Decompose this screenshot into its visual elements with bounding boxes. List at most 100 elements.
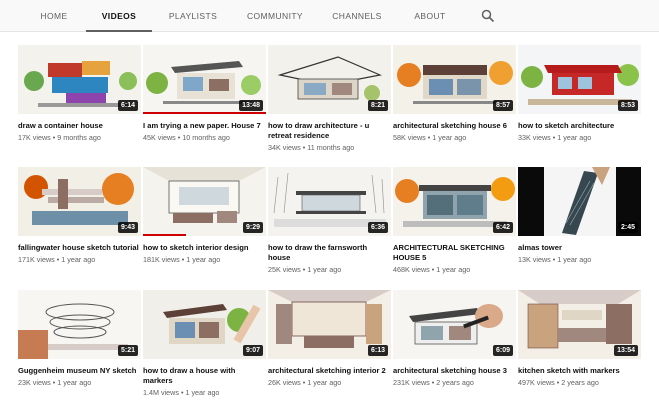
video-card[interactable]: 8:21 how to draw architecture - u retrea… (268, 45, 391, 153)
duration-badge: 9:29 (242, 222, 263, 233)
upload-age: 1 year ago (557, 255, 592, 264)
video-title[interactable]: almas tower (518, 243, 641, 253)
view-count: 181K views (143, 255, 180, 264)
view-count: 23K views (18, 378, 51, 387)
video-meta: 33K views • 1 year ago (518, 133, 592, 142)
watch-progress-bar (143, 112, 266, 114)
video-title[interactable]: I am trying a new paper. House 7 (143, 121, 266, 131)
video-meta: 45K views • 10 months ago (143, 133, 230, 142)
video-thumbnail[interactable]: 9:07 (143, 290, 266, 359)
duration-badge: 2:45 (617, 222, 638, 233)
view-count: 58K views (393, 133, 426, 142)
video-thumbnail[interactable]: 8:53 (518, 45, 641, 114)
view-count: 13K views (518, 255, 551, 264)
video-thumbnail[interactable]: 8:57 (393, 45, 516, 114)
video-title[interactable]: architectural sketching interior 2 (268, 366, 391, 376)
duration-badge: 13:48 (239, 100, 263, 111)
watch-progress-bar (143, 234, 187, 236)
video-card[interactable]: 9:29 how to sketch interior design 181K … (143, 167, 266, 265)
view-count: 25K views (268, 265, 301, 274)
video-thumbnail[interactable]: 6:42 (393, 167, 516, 236)
view-count: 468K views (393, 265, 430, 274)
video-card[interactable]: 5:21 Guggenheim museum NY sketch 23K vie… (18, 290, 141, 388)
video-meta: 26K views • 1 year ago (268, 378, 342, 387)
tab-videos[interactable]: VIDEOS (86, 0, 152, 32)
video-card[interactable]: 6:14 draw a container house 17K views • … (18, 45, 141, 143)
video-thumbnail[interactable]: 6:36 (268, 167, 391, 236)
video-meta: 171K views • 1 year ago (18, 255, 96, 264)
upload-age: 1 year ago (185, 388, 220, 397)
duration-badge: 6:09 (492, 345, 513, 356)
video-title[interactable]: how to sketch architecture (518, 121, 641, 131)
duration-badge: 8:57 (492, 100, 513, 111)
video-meta: 34K views • 11 months ago (268, 143, 355, 152)
duration-badge: 8:21 (367, 100, 388, 111)
video-card[interactable]: 8:57 architectural sketching house 6 58K… (393, 45, 516, 143)
video-card[interactable]: 2:45 almas tower 13K views • 1 year ago (518, 167, 641, 265)
upload-age: 1 year ago (432, 133, 467, 142)
upload-age: 1 year ago (61, 255, 96, 264)
video-card[interactable]: 6:13 architectural sketching interior 2 … (268, 290, 391, 388)
view-count: 33K views (518, 133, 551, 142)
tab-playlists[interactable]: PLAYLISTS (162, 0, 224, 32)
video-title[interactable]: kitchen sketch with markers (518, 366, 641, 376)
video-thumbnail[interactable]: 6:13 (268, 290, 391, 359)
video-card[interactable]: 6:42 ARCHITECTURAL SKETCHING HOUSE 5 468… (393, 167, 516, 275)
tab-channels[interactable]: CHANNELS (326, 0, 388, 32)
upload-age: 11 months ago (307, 143, 355, 152)
video-title[interactable]: how to sketch interior design (143, 243, 266, 253)
video-thumbnail[interactable]: 9:43 (18, 167, 141, 236)
video-thumbnail[interactable]: 13:54 (518, 290, 641, 359)
video-meta: 468K views • 1 year ago (393, 265, 471, 274)
video-title[interactable]: Guggenheim museum NY sketch (18, 366, 141, 376)
tab-home[interactable]: HOME (28, 0, 80, 32)
duration-badge: 6:14 (117, 100, 138, 111)
video-card[interactable]: 13:48 I am trying a new paper. House 7 4… (143, 45, 266, 143)
video-title[interactable]: how to draw the farnsworth house (268, 243, 391, 263)
upload-age: 2 years ago (561, 378, 599, 387)
video-thumbnail[interactable]: 13:48 (143, 45, 266, 114)
upload-age: 1 year ago (557, 133, 592, 142)
video-card[interactable]: 6:36 how to draw the farnsworth house 25… (268, 167, 391, 275)
view-count: 45K views (143, 133, 176, 142)
video-card[interactable]: 9:07 how to draw a house with markers 1.… (143, 290, 266, 398)
duration-badge: 6:13 (367, 345, 388, 356)
video-title[interactable]: how to draw a house with markers (143, 366, 266, 386)
view-count: 1.4M views (143, 388, 179, 397)
video-meta: 231K views • 2 years ago (393, 378, 474, 387)
video-thumbnail[interactable]: 6:14 (18, 45, 141, 114)
video-title[interactable]: ARCHITECTURAL SKETCHING HOUSE 5 (393, 243, 516, 263)
duration-badge: 5:21 (117, 345, 138, 356)
video-thumbnail[interactable]: 6:09 (393, 290, 516, 359)
upload-age: 2 years ago (436, 378, 474, 387)
video-title[interactable]: draw a container house (18, 121, 141, 131)
video-title[interactable]: architectural sketching house 6 (393, 121, 516, 131)
upload-age: 1 year ago (186, 255, 221, 264)
video-thumbnail[interactable]: 9:29 (143, 167, 266, 236)
upload-age: 1 year ago (307, 265, 342, 274)
video-card[interactable]: 8:53 how to sketch architecture 33K view… (518, 45, 641, 143)
video-card[interactable]: 9:43 fallingwater house sketch tutorial … (18, 167, 141, 265)
duration-badge: 13:54 (614, 345, 638, 356)
video-thumbnail[interactable]: 2:45 (518, 167, 641, 236)
search-icon[interactable] (481, 9, 495, 23)
video-thumbnail[interactable]: 5:21 (18, 290, 141, 359)
video-title[interactable]: architectural sketching house 3 (393, 366, 516, 376)
tab-about[interactable]: ABOUT (404, 0, 456, 32)
video-card[interactable]: 13:54 kitchen sketch with markers 497K v… (518, 290, 641, 388)
video-title[interactable]: fallingwater house sketch tutorial (18, 243, 141, 253)
view-count: 34K views (268, 143, 301, 152)
video-meta: 1.4M views • 1 year ago (143, 388, 220, 397)
duration-badge: 8:53 (617, 100, 638, 111)
channel-tab-bar: HOME VIDEOS PLAYLISTS COMMUNITY CHANNELS… (0, 0, 659, 32)
video-meta: 181K views • 1 year ago (143, 255, 221, 264)
view-count: 171K views (18, 255, 55, 264)
video-meta: 23K views • 1 year ago (18, 378, 92, 387)
video-card[interactable]: 6:09 architectural sketching house 3 231… (393, 290, 516, 388)
video-thumbnail[interactable]: 8:21 (268, 45, 391, 114)
video-meta: 17K views • 9 months ago (18, 133, 101, 142)
video-title[interactable]: how to draw architecture - u retreat res… (268, 121, 391, 141)
duration-badge: 6:42 (492, 222, 513, 233)
upload-age: 10 months ago (182, 133, 230, 142)
tab-community[interactable]: COMMUNITY (240, 0, 310, 32)
